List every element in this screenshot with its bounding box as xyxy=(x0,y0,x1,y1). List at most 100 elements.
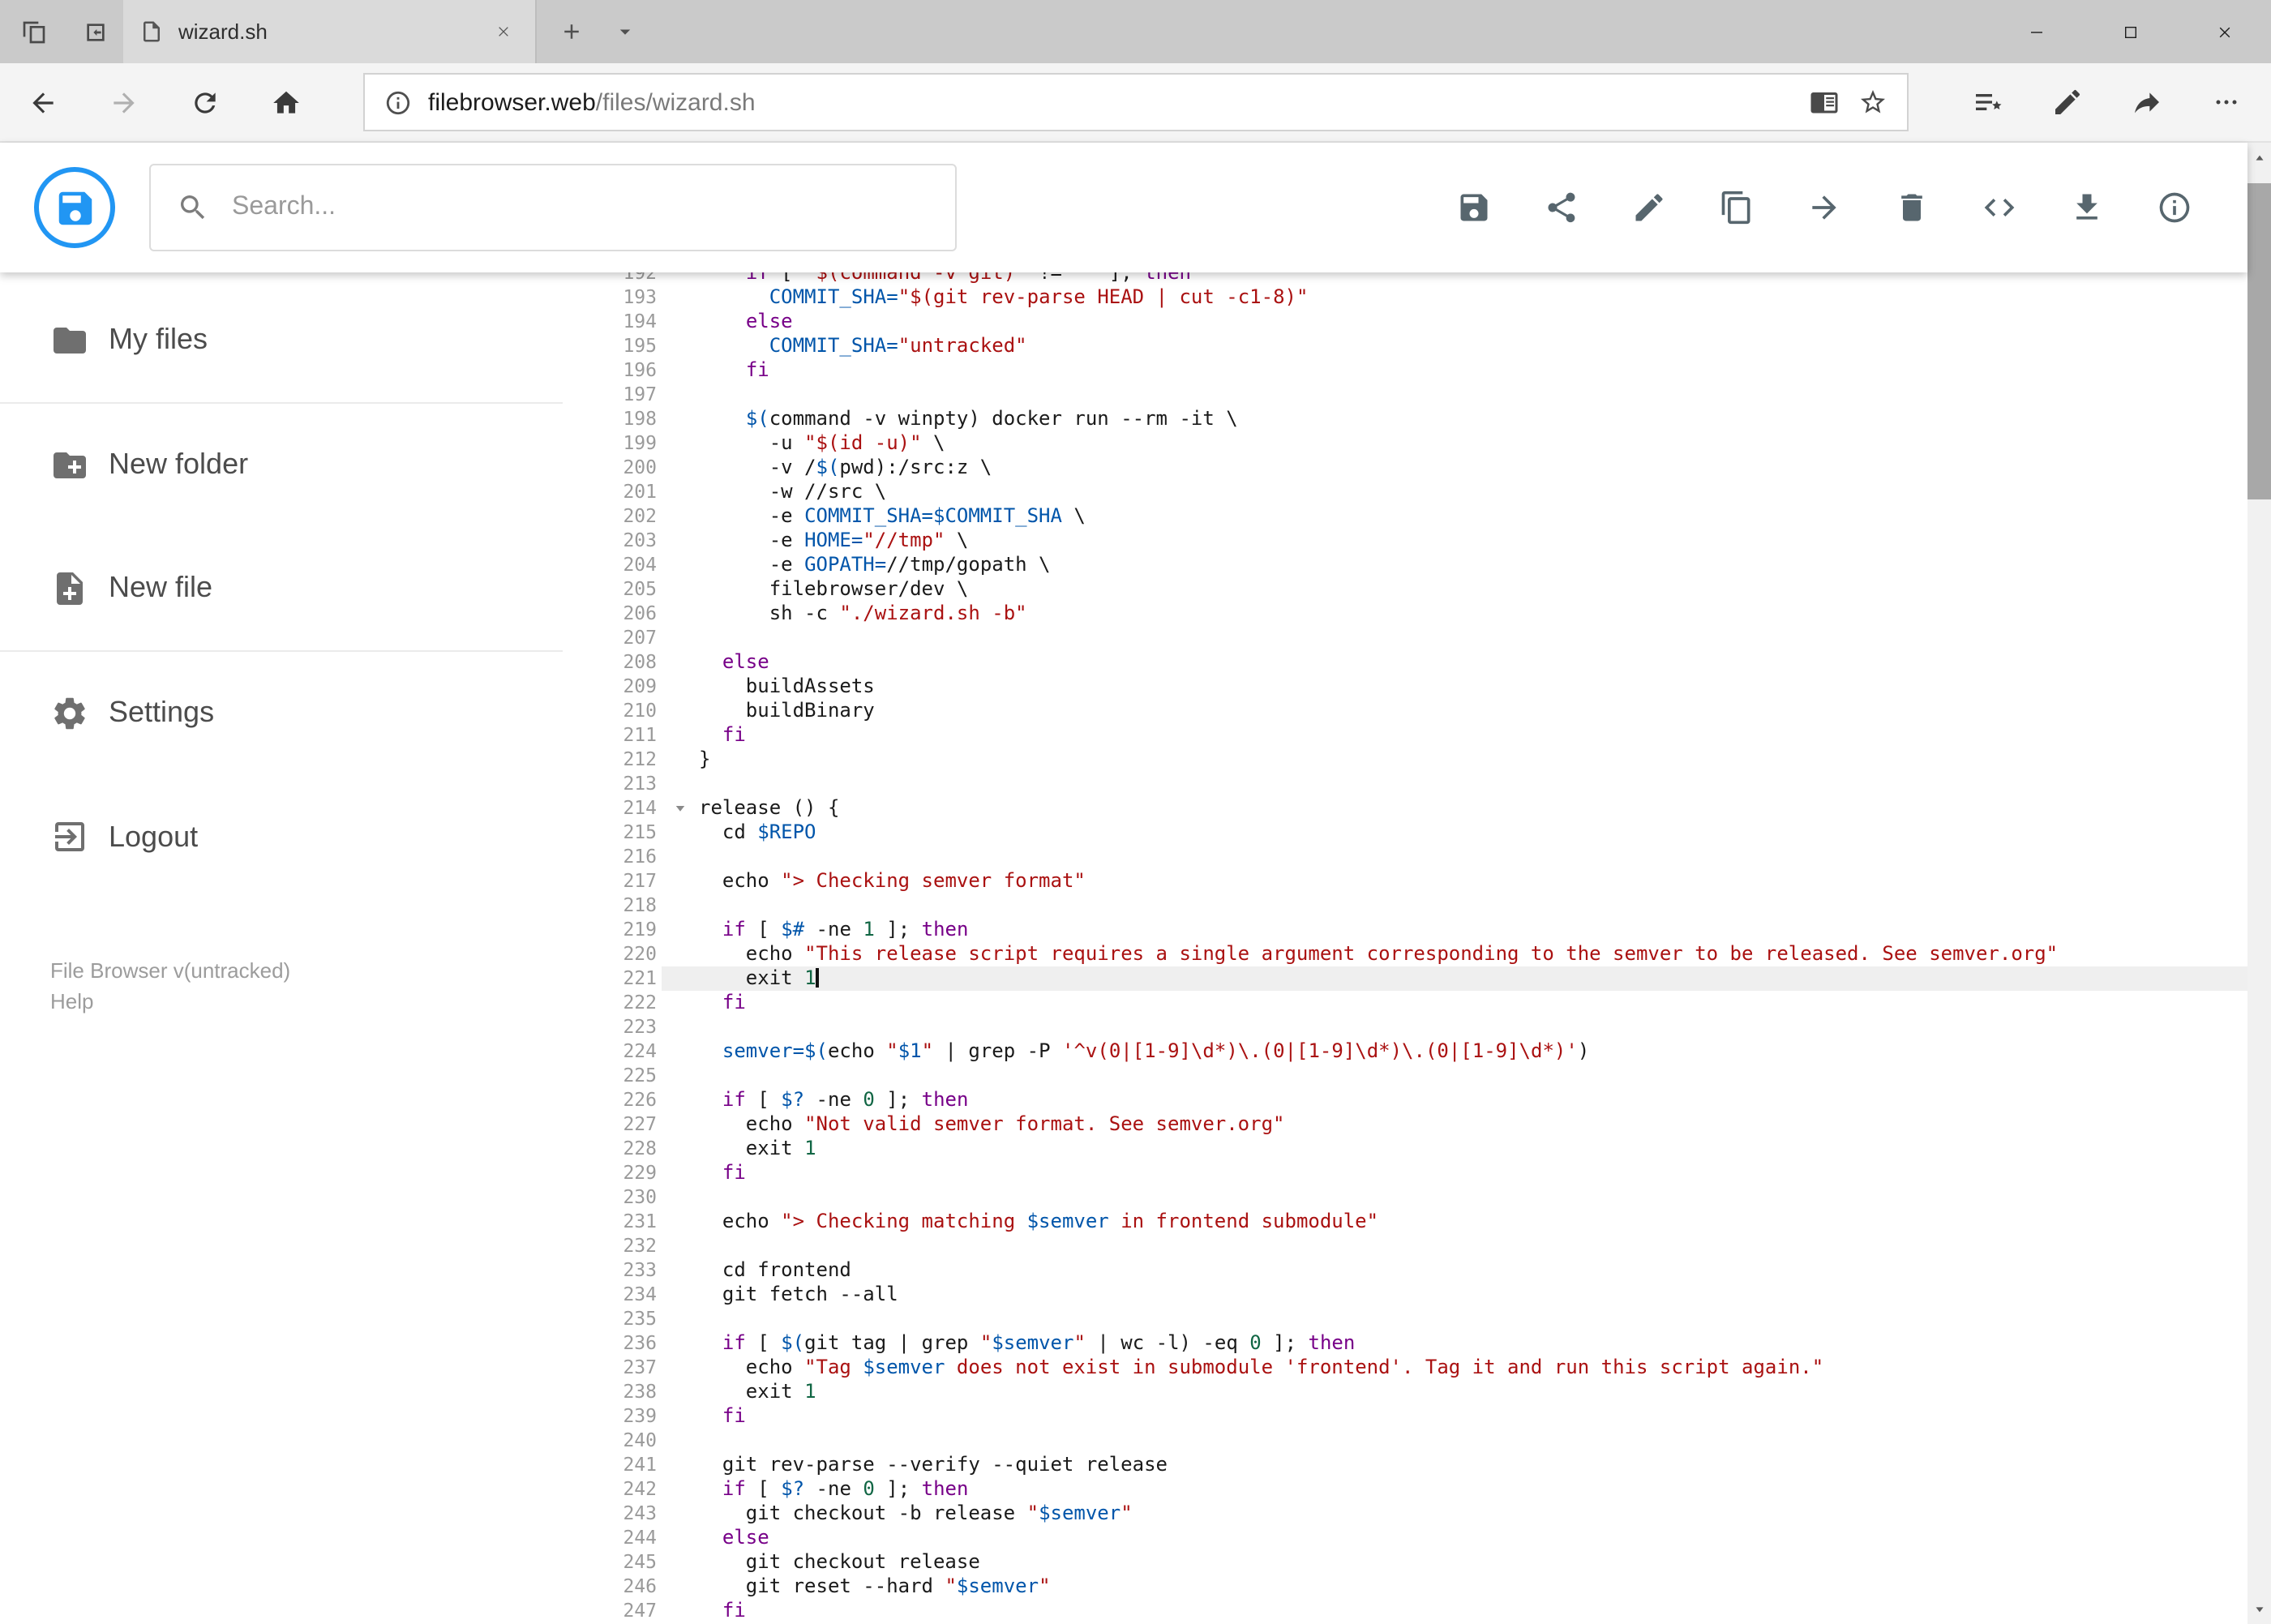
scrollbar-thumb[interactable] xyxy=(2247,183,2271,499)
address-info-slot[interactable] xyxy=(384,88,412,116)
code-line-219[interactable]: 219 if [ $# -ne 1 ]; then xyxy=(563,918,2247,942)
code-line-246[interactable]: 246 git reset --hard "$semver" xyxy=(563,1575,2247,1599)
code-line-196[interactable]: 196 fi xyxy=(563,358,2247,383)
code-line-222[interactable]: 222 fi xyxy=(563,991,2247,1015)
code-line-211[interactable]: 211 fi xyxy=(563,723,2247,748)
filebrowser-logo[interactable] xyxy=(34,167,115,248)
close-window-button[interactable] xyxy=(2177,0,2271,63)
search-box[interactable] xyxy=(149,164,957,251)
search-input[interactable] xyxy=(232,193,929,222)
code-line-213[interactable]: 213 xyxy=(563,772,2247,796)
info-button[interactable] xyxy=(2130,164,2217,251)
code-line-239[interactable]: 239 fi xyxy=(563,1404,2247,1429)
code-line-238[interactable]: 238 exit 1 xyxy=(563,1380,2247,1404)
code-button[interactable] xyxy=(1955,164,2042,251)
code-line-218[interactable]: 218 xyxy=(563,893,2247,918)
copy-button[interactable] xyxy=(1692,164,1780,251)
reading-view-button[interactable] xyxy=(1809,88,1838,117)
share-button[interactable] xyxy=(1517,164,1605,251)
fold-marker-icon[interactable] xyxy=(662,796,699,821)
delete-button[interactable] xyxy=(1867,164,1955,251)
sidebar-item-new-folder[interactable]: New folder xyxy=(0,403,563,527)
code-line-208[interactable]: 208 else xyxy=(563,650,2247,675)
favorite-button[interactable] xyxy=(1858,88,1887,117)
sidebar-item-my-files[interactable]: My files xyxy=(0,279,563,403)
code-line-234[interactable]: 234 git fetch --all xyxy=(563,1283,2247,1307)
scroll-down-button[interactable] xyxy=(2247,1596,2271,1621)
code-line-242[interactable]: 242 if [ $? -ne 0 ]; then xyxy=(563,1477,2247,1502)
tab-dropdown-button[interactable] xyxy=(613,19,637,44)
code-line-210[interactable]: 210 buildBinary xyxy=(563,699,2247,723)
code-line-214[interactable]: 214 release () { xyxy=(563,796,2247,821)
code-line-204[interactable]: 204 -e GOPATH=//tmp/gopath \ xyxy=(563,553,2247,577)
new-tab-button[interactable] xyxy=(559,19,584,44)
maximize-button[interactable] xyxy=(2083,0,2177,63)
save-button[interactable] xyxy=(1429,164,1517,251)
code-line-232[interactable]: 232 xyxy=(563,1234,2247,1258)
code-line-199[interactable]: 199 -u "$(id -u)" \ xyxy=(563,431,2247,456)
code-line-203[interactable]: 203 -e HOME="//tmp" \ xyxy=(563,529,2247,553)
hub-button[interactable] xyxy=(1948,63,2028,141)
code-line-235[interactable]: 235 xyxy=(563,1307,2247,1331)
code-line-224[interactable]: 224 semver=$(echo "$1" | grep -P '^v(0|[… xyxy=(563,1039,2247,1064)
annotate-button[interactable] xyxy=(2028,63,2107,141)
edit-button[interactable] xyxy=(1605,164,1692,251)
minimize-button[interactable] xyxy=(1989,0,2083,63)
code-line-229[interactable]: 229 fi xyxy=(563,1161,2247,1185)
code-line-230[interactable]: 230 xyxy=(563,1185,2247,1210)
code-line-237[interactable]: 237 echo "Tag $semver does not exist in … xyxy=(563,1356,2247,1380)
code-line-245[interactable]: 245 git checkout release xyxy=(563,1550,2247,1575)
tab-close-button[interactable] xyxy=(488,16,519,47)
code-line-244[interactable]: 244 else xyxy=(563,1526,2247,1550)
scroll-up-button[interactable] xyxy=(2247,146,2271,170)
set-tabs-aside-button[interactable] xyxy=(83,19,109,45)
code-line-207[interactable]: 207 xyxy=(563,626,2247,650)
code-line-215[interactable]: 215 cd $REPO xyxy=(563,821,2247,845)
address-bar[interactable]: filebrowser.web/files/wizard.sh xyxy=(363,73,1908,131)
sidebar-item-new-file[interactable]: New file xyxy=(0,527,563,651)
code-line-236[interactable]: 236 if [ $(git tag | grep "$semver" | wc… xyxy=(563,1331,2247,1356)
sidebar-item-settings[interactable]: Settings xyxy=(0,651,563,775)
code-line-217[interactable]: 217 echo "> Checking semver format" xyxy=(563,869,2247,893)
move-button[interactable] xyxy=(1780,164,1867,251)
code-line-195[interactable]: 195 COMMIT_SHA="untracked" xyxy=(563,334,2247,358)
code-line-212[interactable]: 212} xyxy=(563,748,2247,772)
share-page-button[interactable] xyxy=(2107,63,2187,141)
code-line-198[interactable]: 198 $(command -v winpty) docker run --rm… xyxy=(563,407,2247,431)
code-line-226[interactable]: 226 if [ $? -ne 0 ]; then xyxy=(563,1088,2247,1112)
back-button[interactable] xyxy=(2,63,83,141)
tab-preview-button[interactable] xyxy=(21,19,47,45)
code-line-194[interactable]: 194 else xyxy=(563,310,2247,334)
code-line-240[interactable]: 240 xyxy=(563,1429,2247,1453)
code-line-223[interactable]: 223 xyxy=(563,1015,2247,1039)
code-line-243[interactable]: 243 git checkout -b release "$semver" xyxy=(563,1502,2247,1526)
code-line-225[interactable]: 225 xyxy=(563,1064,2247,1088)
code-line-233[interactable]: 233 cd frontend xyxy=(563,1258,2247,1283)
code-line-200[interactable]: 200 -v /$(pwd):/src:z \ xyxy=(563,456,2247,480)
code-line-247[interactable]: 247 fi xyxy=(563,1599,2247,1623)
download-button[interactable] xyxy=(2042,164,2130,251)
refresh-button[interactable] xyxy=(164,63,245,141)
code-line-227[interactable]: 227 echo "Not valid semver format. See s… xyxy=(563,1112,2247,1137)
browser-tab[interactable]: wizard.sh xyxy=(123,0,537,63)
code-line-220[interactable]: 220 echo "This release script requires a… xyxy=(563,942,2247,966)
code-line-206[interactable]: 206 sh -c "./wizard.sh -b" xyxy=(563,602,2247,626)
code-line-241[interactable]: 241 git rev-parse --verify --quiet relea… xyxy=(563,1453,2247,1477)
code-line-228[interactable]: 228 exit 1 xyxy=(563,1137,2247,1161)
code-line-221[interactable]: 221 exit 1 xyxy=(563,966,2247,991)
scrollbar[interactable] xyxy=(2247,143,2271,1624)
forward-button[interactable] xyxy=(83,63,164,141)
code-line-193[interactable]: 193 COMMIT_SHA="$(git rev-parse HEAD | c… xyxy=(563,285,2247,310)
code-editor[interactable]: 192 if [ "$(command -v git)" != "" ]; th… xyxy=(563,272,2247,1624)
code-line-192[interactable]: 192 if [ "$(command -v git)" != "" ]; th… xyxy=(563,272,2247,285)
code-line-202[interactable]: 202 -e COMMIT_SHA=$COMMIT_SHA \ xyxy=(563,504,2247,529)
sidebar-item-logout[interactable]: Logout xyxy=(0,775,563,899)
code-line-201[interactable]: 201 -w //src \ xyxy=(563,480,2247,504)
code-line-231[interactable]: 231 echo "> Checking matching $semver in… xyxy=(563,1210,2247,1234)
home-button[interactable] xyxy=(245,63,326,141)
code-line-205[interactable]: 205 filebrowser/dev \ xyxy=(563,577,2247,602)
code-line-216[interactable]: 216 xyxy=(563,845,2247,869)
code-line-209[interactable]: 209 buildAssets xyxy=(563,675,2247,699)
more-button[interactable] xyxy=(2187,63,2266,141)
code-line-197[interactable]: 197 xyxy=(563,383,2247,407)
